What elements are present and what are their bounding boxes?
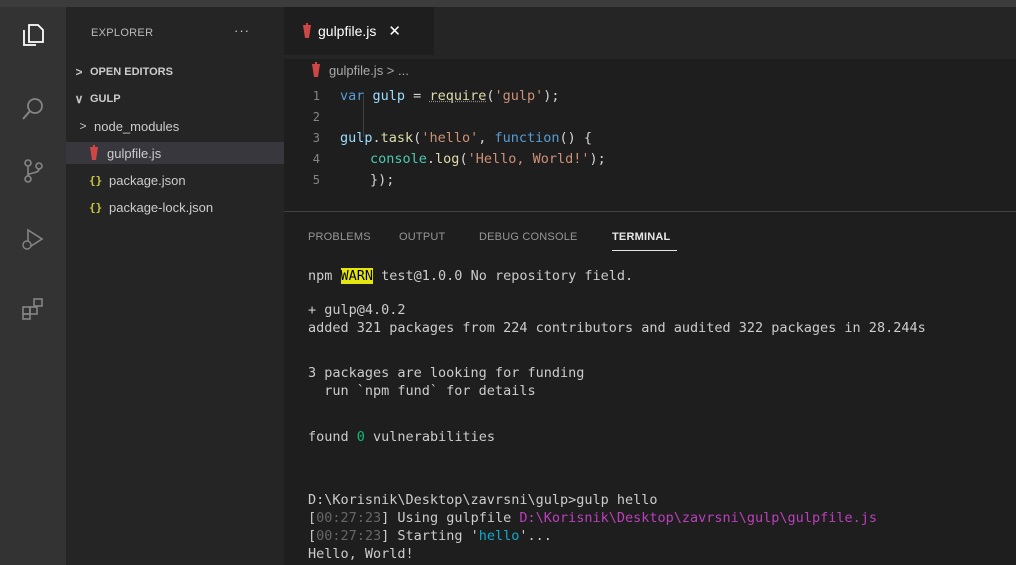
tree-item-node-modules[interactable]: > node_modules: [66, 115, 284, 137]
gulp-folder-label: GULP: [90, 93, 121, 105]
code-text: var gulp = require('gulp');: [340, 87, 560, 104]
tree-item-gulpfile[interactable]: gulpfile.js: [66, 142, 284, 164]
terminal-line: Hello, World!: [308, 546, 414, 562]
gulp-file-icon: [302, 23, 312, 39]
tree-item-package-lock-json[interactable]: {} package-lock.json: [66, 196, 284, 218]
code-text: console.log('Hello, World!');: [370, 150, 606, 167]
tab-problems[interactable]: PROBLEMS: [308, 231, 371, 243]
terminal-line: added 321 packages from 224 contributors…: [308, 320, 926, 336]
extensions-icon[interactable]: [19, 295, 47, 323]
terminal-line: 3 packages are looking for funding: [308, 365, 585, 381]
tab-terminal[interactable]: TERMINAL: [612, 231, 670, 243]
source-control-icon[interactable]: [19, 157, 47, 185]
line-number: 3: [312, 130, 320, 145]
panel-divider[interactable]: [284, 211, 1016, 212]
explorer-title: EXPLORER: [91, 27, 154, 39]
title-strip: [0, 0, 1016, 72]
editor-area: gulpfile.js ✕ gulpfile.js > ... 1 var gu…: [284, 7, 1016, 565]
tree-item-label: package-lock.json: [109, 199, 214, 215]
gulp-file-icon: [311, 62, 321, 78]
tab-gulpfile[interactable]: gulpfile.js ✕: [284, 7, 434, 55]
line-number: 2: [312, 109, 320, 124]
breadcrumb[interactable]: gulpfile.js > ...: [284, 59, 1016, 81]
more-actions-button[interactable]: ···: [234, 23, 250, 38]
code-editor[interactable]: 1 var gulp = require('gulp'); 2 3 gulp.t…: [284, 81, 1016, 211]
terminal-line: D:\Korisnik\Desktop\zavrsni\gulp>gulp he…: [308, 492, 658, 508]
files-icon[interactable]: [19, 21, 47, 49]
close-icon[interactable]: ✕: [388, 22, 401, 40]
activity-bar: [0, 7, 66, 565]
tree-item-label: gulpfile.js: [107, 145, 162, 161]
terminal-line: found 0 vulnerabilities: [308, 429, 495, 445]
chevron-right-icon: >: [79, 119, 87, 133]
code-line: 4 console.log('Hello, World!');: [284, 148, 1016, 169]
chevron-down-icon: ∨: [74, 92, 84, 106]
run-debug-icon[interactable]: [19, 225, 47, 253]
tree-item-package-json[interactable]: {} package.json: [66, 169, 284, 191]
tab-output[interactable]: OUTPUT: [399, 231, 445, 243]
line-number: 5: [312, 172, 320, 187]
breadcrumb-text: gulpfile.js > ...: [329, 62, 409, 78]
panel-tab-bar: PROBLEMS OUTPUT DEBUG CONSOLE TERMINAL: [284, 223, 1016, 253]
line-number: 4: [312, 151, 320, 166]
active-tab-indicator: [612, 250, 677, 251]
search-icon[interactable]: [19, 95, 47, 123]
tab-bar: gulpfile.js ✕: [284, 7, 1016, 59]
explorer-sidebar: EXPLORER ··· > OPEN EDITORS ∨ GULP > nod…: [66, 7, 284, 565]
gulp-folder-section[interactable]: ∨ GULP: [66, 88, 284, 110]
tree-item-label: package.json: [109, 172, 186, 188]
code-text: gulp.task('hello', function() {: [340, 129, 593, 146]
code-line: 3 gulp.task('hello', function() {: [284, 127, 1016, 148]
terminal-line: [00:27:23] Using gulpfile D:\Korisnik\De…: [308, 510, 877, 526]
chevron-right-icon: >: [75, 65, 83, 79]
terminal-line: run `npm fund` for details: [308, 383, 536, 399]
code-line: 2: [284, 106, 1016, 127]
tree-item-label: node_modules: [94, 118, 180, 134]
tab-label: gulpfile.js: [318, 23, 377, 39]
open-editors-label: OPEN EDITORS: [90, 66, 173, 78]
code-line: 1 var gulp = require('gulp');: [284, 85, 1016, 106]
code-line: 5 });: [284, 169, 1016, 190]
json-icon: {}: [89, 200, 103, 214]
json-icon: {}: [89, 173, 103, 187]
open-editors-section[interactable]: > OPEN EDITORS: [66, 61, 284, 83]
gulp-file-icon: [89, 145, 99, 161]
terminal-line: + gulp@4.0.2: [308, 302, 406, 318]
warn-badge: WARN: [340, 268, 374, 284]
indent-guide: [363, 95, 364, 137]
code-text: });: [370, 171, 395, 188]
terminal-output[interactable]: npm WARN test@1.0.0 No repository field.…: [284, 255, 1016, 565]
terminal-line: [00:27:23] Starting 'hello'...: [308, 528, 552, 544]
line-number: 1: [312, 88, 320, 103]
tab-debug-console[interactable]: DEBUG CONSOLE: [479, 231, 578, 243]
terminal-line: npm WARN test@1.0.0 No repository field.: [308, 268, 634, 284]
